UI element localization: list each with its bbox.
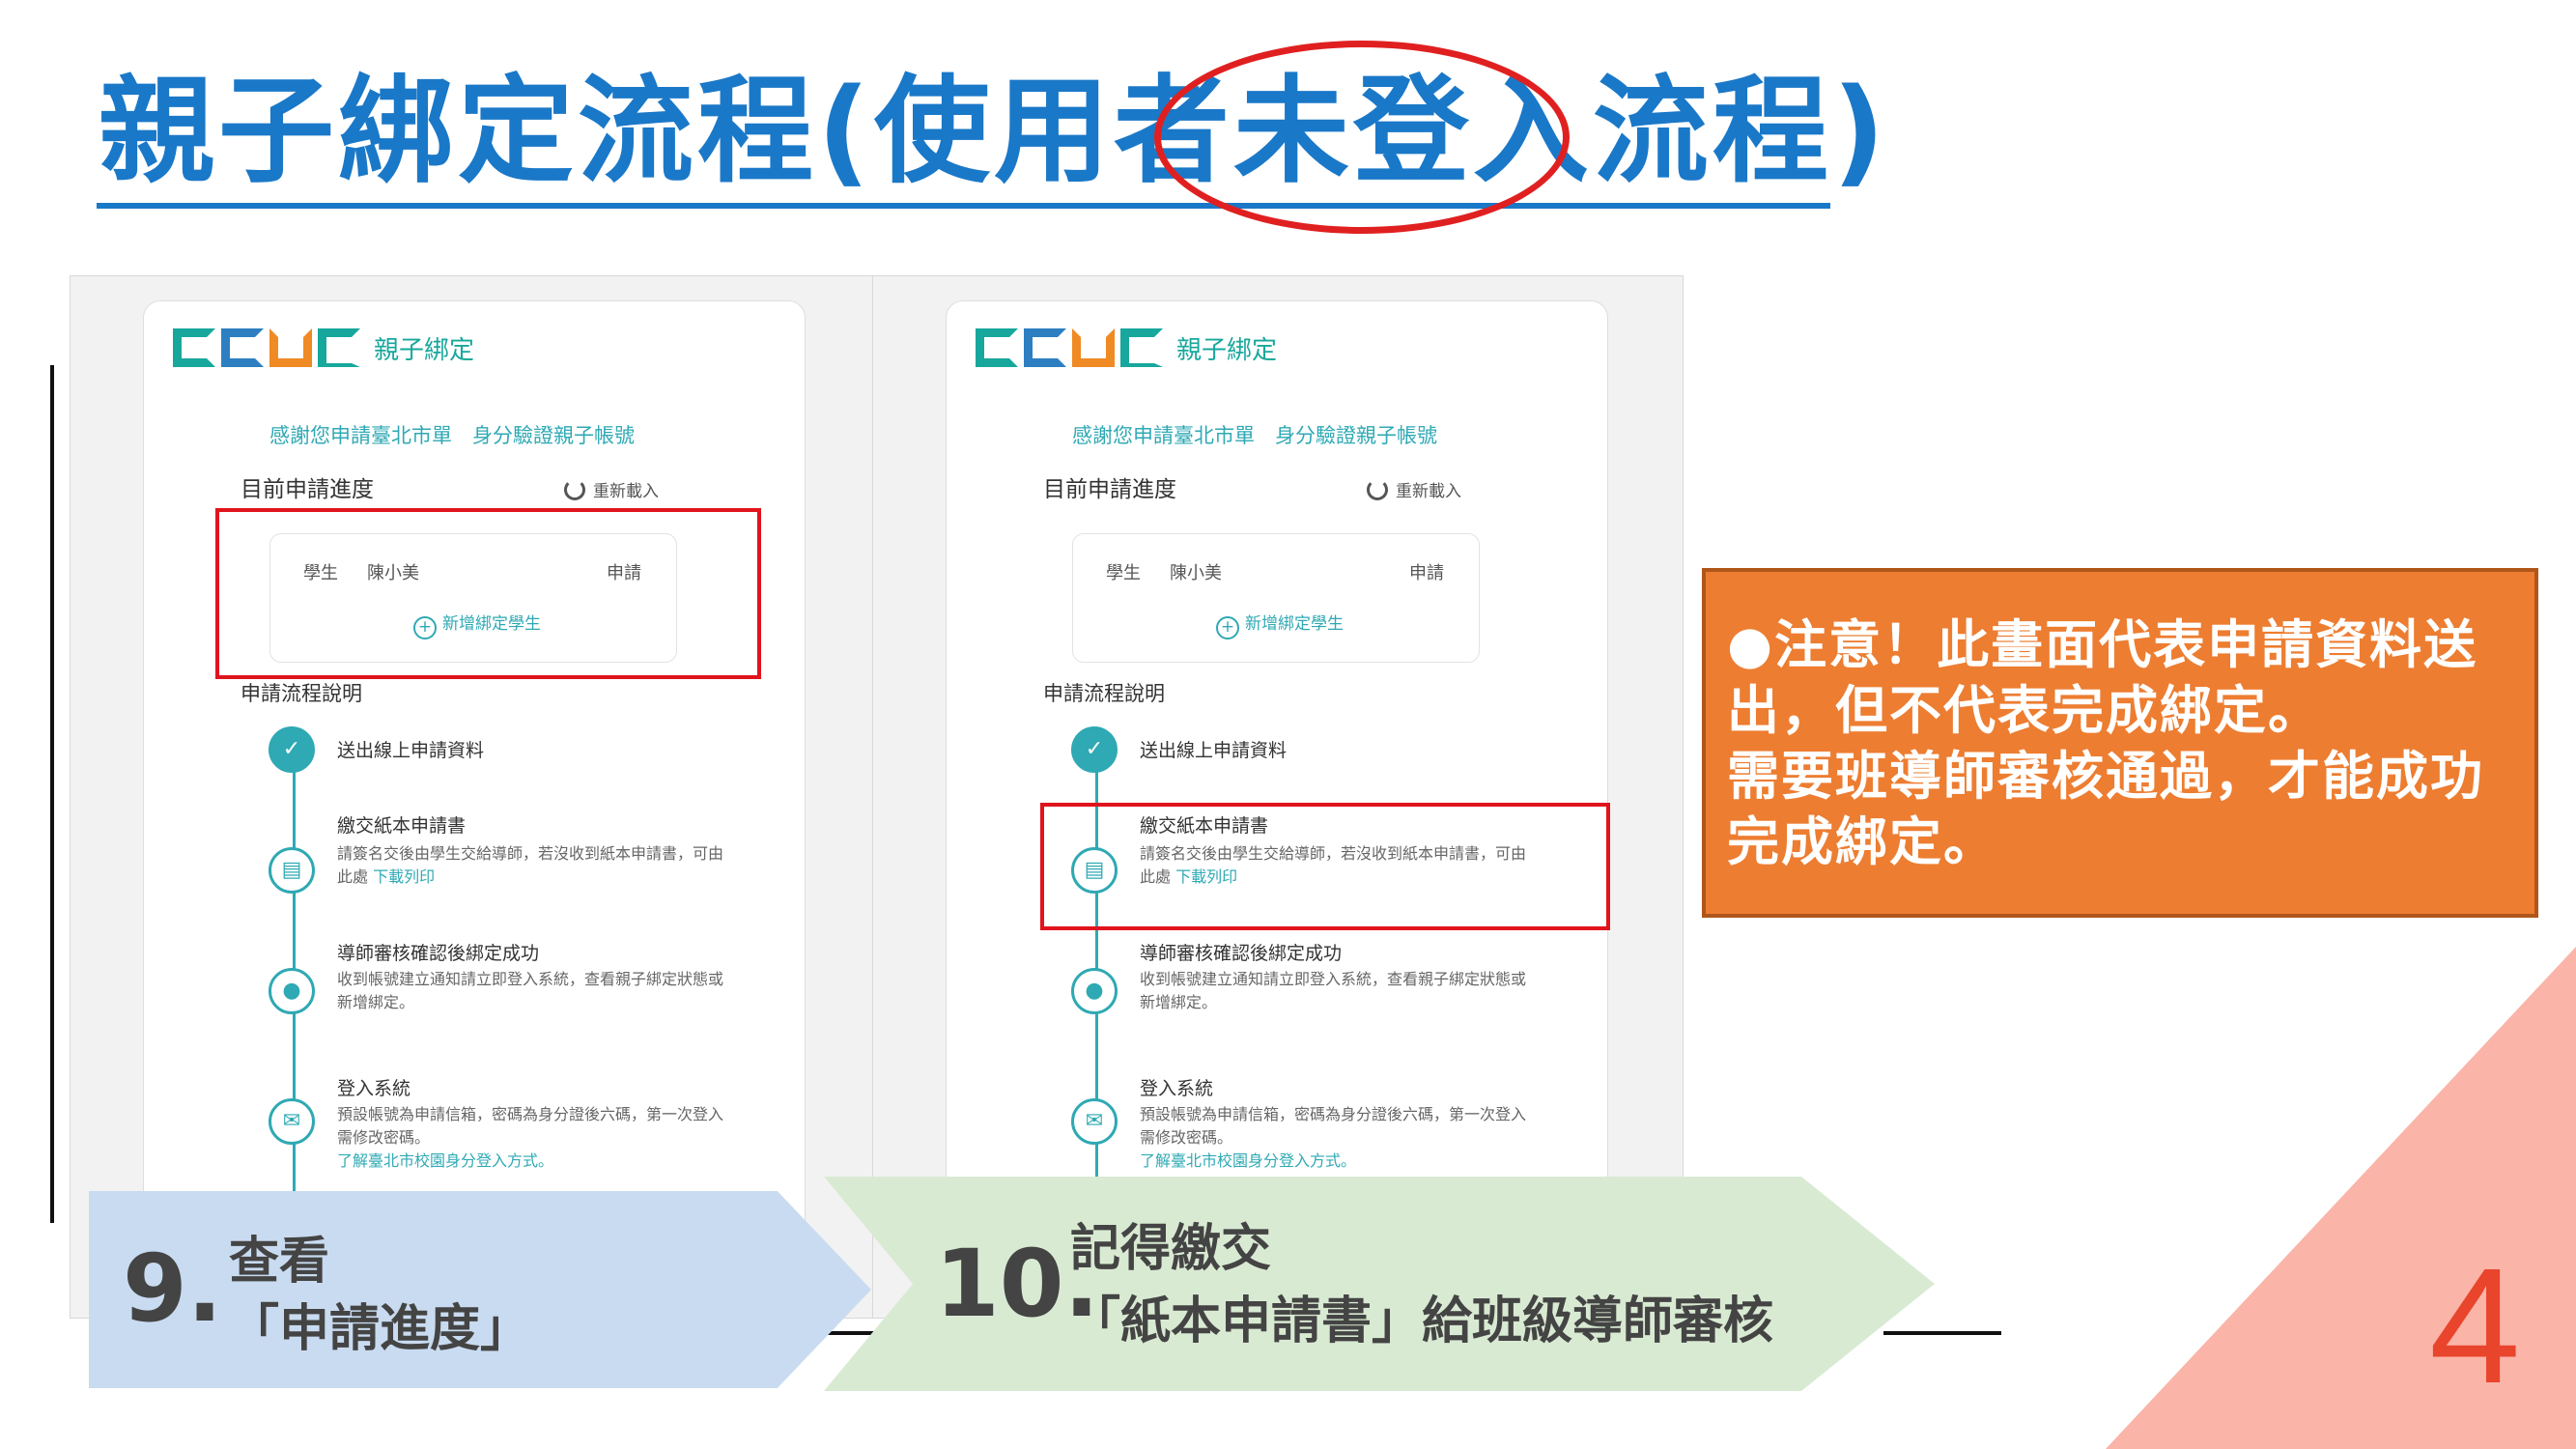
check-icon: ✓	[269, 726, 315, 773]
app-title: 親子綁定	[374, 335, 475, 365]
step-9-line-2: 「申請進度」	[229, 1300, 531, 1358]
step-4-desc: 預設帳號為申請信箱，密碼為身分證後六碼，第一次登入需修改密碼。 了解臺北市校園身分…	[1140, 1105, 1527, 1170]
reload-button[interactable]: 重新載入	[1367, 477, 1461, 501]
title-highlight-circle	[1154, 41, 1570, 234]
step-4-title: 登入系統	[337, 1078, 411, 1099]
download-link[interactable]: 下載列印	[373, 867, 435, 886]
login-help-link[interactable]: 了解臺北市校園身分登入方式。	[1140, 1151, 1356, 1170]
add-student-button[interactable]: + 新增綁定學生	[1216, 610, 1344, 639]
plus-icon: +	[1216, 616, 1239, 639]
check-icon: ✓	[1071, 726, 1118, 773]
student-name: 陳小美	[1170, 563, 1222, 583]
step-10-arrow: 10. 記得繳交 「紙本申請書」給班級導師審核	[824, 1177, 1935, 1391]
intro-text: 感謝您申請臺北市單 身分驗證親子帳號	[269, 424, 635, 447]
highlight-paper-form-box	[1040, 803, 1610, 930]
reload-button[interactable]: 重新載入	[564, 477, 659, 501]
step-1-title: 送出線上申請資料	[337, 740, 485, 761]
document-icon: ▤	[269, 847, 315, 894]
notice-line-1: ●注意！此畫面代表申請資料送出，但不代表完成綁定。	[1727, 614, 2478, 741]
step-3-desc: 收到帳號建立通知請立即登入系統，查看親子綁定狀態或新增綁定。	[337, 970, 724, 1011]
app-logo: 親子綁定	[976, 328, 1277, 367]
step-2-desc: 請簽名交後由學生交給導師，若沒收到紙本申請書，可由此處 下載列印	[337, 844, 724, 886]
step-10-line-1: 記得繳交	[1070, 1220, 1272, 1278]
student-status: 申請	[1409, 563, 1444, 583]
decor-vertical-line	[50, 365, 54, 1223]
step-3-title: 導師審核確認後綁定成功	[337, 943, 540, 964]
cggc-logo-icon	[976, 328, 1163, 367]
slide-title: 親子綁定流程(使用者未登入流程)	[99, 65, 1889, 199]
step-4-desc: 預設帳號為申請信箱，密碼為身分證後六碼，第一次登入需修改密碼。 了解臺北市校園身分…	[337, 1105, 724, 1170]
reload-icon	[1367, 479, 1388, 500]
step-9-number: 9.	[123, 1235, 223, 1343]
step-3-desc: 收到帳號建立通知請立即登入系統，查看親子綁定狀態或新增綁定。	[1140, 970, 1527, 1011]
step-10-line-2: 「紙本申請書」給班級導師審核	[1070, 1293, 1774, 1350]
progress-label: 目前申請進度	[1043, 477, 1176, 502]
title-underline	[97, 203, 1830, 209]
notice-box: ●注意！此畫面代表申請資料送出，但不代表完成綁定。 需要班導師審核通過，才能成功…	[1702, 568, 2538, 918]
intro-text: 感謝您申請臺北市單 身分驗證親子帳號	[1072, 424, 1437, 447]
user-icon: ●	[269, 968, 315, 1014]
flow-label: 申請流程說明	[1043, 682, 1165, 705]
student-role: 學生	[1106, 563, 1141, 583]
cggc-logo-icon	[173, 328, 360, 367]
step-3-title: 導師審核確認後綁定成功	[1140, 943, 1343, 964]
page-number: 4	[2429, 1235, 2521, 1418]
reload-icon	[564, 479, 585, 500]
step-9-arrow: 9. 查看 「申請進度」	[89, 1191, 871, 1388]
login-help-link[interactable]: 了解臺北市校園身分登入方式。	[337, 1151, 553, 1170]
app-title: 親子綁定	[1176, 335, 1278, 365]
mail-icon: ✉	[1071, 1098, 1118, 1145]
app-logo: 親子綁定	[173, 328, 474, 367]
user-icon: ●	[1071, 968, 1118, 1014]
step-2-title: 繳交紙本申請書	[337, 815, 467, 837]
mail-icon: ✉	[269, 1098, 315, 1145]
screenshot-progress: 親子綁定 感謝您申請臺北市單 身分驗證親子帳號 目前申請進度 重新載入 學生 陳…	[70, 275, 881, 1319]
progress-label: 目前申請進度	[241, 477, 374, 502]
step-4-title: 登入系統	[1140, 1078, 1214, 1099]
step-1-title: 送出線上申請資料	[1140, 740, 1288, 761]
flow-label: 申請流程說明	[241, 682, 362, 705]
screenshot-paper-form: 親子綁定 感謝您申請臺北市單 身分驗證親子帳號 目前申請進度 重新載入 學生 陳…	[872, 275, 1684, 1319]
highlight-progress-box	[215, 508, 761, 679]
decor-horizontal-line	[1883, 1331, 2001, 1335]
app-card: 親子綁定 感謝您申請臺北市單 身分驗證親子帳號 目前申請進度 重新載入 學生 陳…	[143, 300, 806, 1318]
student-card[interactable]: 學生 陳小美 申請 + 新增綁定學生	[1072, 533, 1480, 663]
notice-line-2: 需要班導師審核通過，才能成功完成綁定。	[1727, 746, 2484, 872]
step-9-line-1: 查看	[229, 1233, 330, 1291]
